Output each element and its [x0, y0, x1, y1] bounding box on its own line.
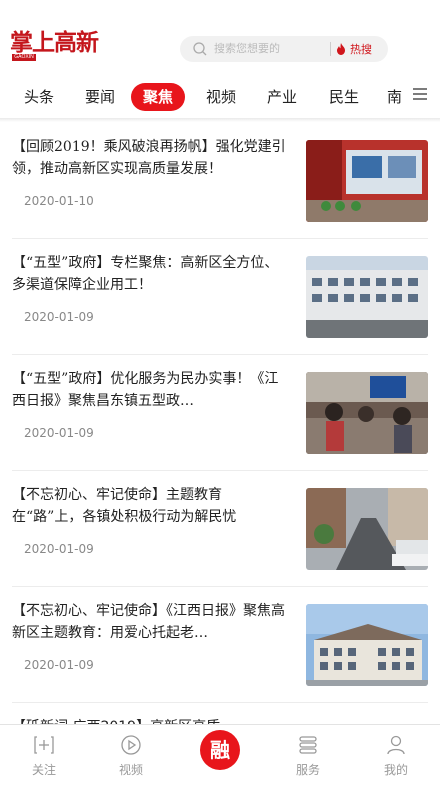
hot-search-button[interactable]: 热搜	[336, 36, 372, 62]
logo-text: 掌上高新	[10, 29, 99, 56]
news-thumbnail	[306, 604, 428, 686]
nav-follow-label: 关注	[31, 763, 56, 777]
news-item[interactable]: 【“五型”政府】专栏聚焦：高新区全方位、多渠道保障企业用工！ 2020-01-0…	[12, 238, 428, 355]
nav-service-label: 服务	[295, 763, 320, 777]
tab-headlines[interactable]: 头条	[24, 80, 54, 118]
news-thumbnail	[306, 488, 428, 570]
tab-industry[interactable]: 产业	[267, 80, 297, 118]
tab-livelihood[interactable]: 民生	[329, 80, 359, 118]
menu-icon[interactable]	[412, 86, 428, 102]
play-icon	[121, 735, 141, 755]
news-date: 2020-01-09	[24, 658, 94, 672]
nav-video-label: 视频	[118, 763, 143, 777]
tab-video[interactable]: 视频	[206, 80, 236, 118]
nav-rong-logo[interactable]: 融	[200, 730, 240, 770]
news-title: 【不忘初心、牢记使命】主题教育在“路”上，各镇处积极行动为解民忧	[12, 487, 237, 525]
search-divider	[330, 42, 331, 56]
news-thumbnail	[306, 256, 428, 338]
service-icon	[299, 736, 317, 754]
news-title: 【回顾2019！乘风破浪再扬帆】强化党建引领，推动高新区实现高质量发展！	[12, 139, 286, 177]
search-placeholder: 搜索您想要的	[214, 42, 280, 55]
news-item[interactable]: 【不忘初心、牢记使命】主题教育在“路”上，各镇处积极行动为解民忧 2020-01…	[12, 470, 428, 587]
bottom-nav: 关注 视频 融 服务 我的	[0, 724, 440, 785]
app-header: 掌上高新 GAOXIN 搜索您想要的 热搜	[0, 0, 440, 80]
hot-search-label: 热搜	[350, 43, 372, 56]
follow-icon	[34, 736, 54, 754]
nav-profile-label: 我的	[383, 763, 408, 777]
nav-profile[interactable]: 我的	[366, 725, 426, 785]
news-title: 【“五型”政府】专栏聚焦：高新区全方位、多渠道保障企业用工！	[12, 255, 279, 293]
news-item-partial[interactable]: 【砥新词·广西2019】高新区高质…	[12, 716, 428, 724]
app-logo: 掌上高新 GAOXIN	[10, 29, 99, 66]
news-date: 2020-01-09	[24, 426, 94, 440]
news-date: 2020-01-09	[24, 310, 94, 324]
tab-important-news[interactable]: 要闻	[85, 80, 115, 118]
news-title: 【“五型”政府】优化服务为民办实事！《江西日报》聚焦昌东镇五型政…	[12, 371, 279, 409]
flame-icon	[337, 43, 345, 55]
nav-follow[interactable]: 关注	[14, 725, 74, 785]
logo-subtext: GAOXIN	[12, 54, 36, 61]
news-thumbnail	[306, 140, 428, 222]
news-item[interactable]: 【不忘初心、牢记使命】《江西日报》聚焦高新区主题教育：用爱心托起老… 2020-…	[12, 586, 428, 703]
news-title: 【砥新词·广西2019】高新区高质…	[12, 716, 234, 724]
tab-focus[interactable]: 聚焦	[131, 83, 186, 111]
search-icon	[193, 42, 207, 56]
nav-video[interactable]: 视频	[101, 725, 161, 785]
news-thumbnail	[306, 372, 428, 454]
news-date: 2020-01-10	[24, 194, 94, 208]
news-date: 2020-01-09	[24, 542, 94, 556]
category-tabs: 头条 要闻 聚焦 视频 产业 民生 南	[0, 80, 440, 118]
nav-service[interactable]: 服务	[278, 725, 338, 785]
search-bar[interactable]: 搜索您想要的 热搜	[180, 36, 388, 62]
news-title: 【不忘初心、牢记使命】《江西日报》聚焦高新区主题教育：用爱心托起老…	[12, 603, 285, 641]
news-item[interactable]: 【回顾2019！乘风破浪再扬帆】强化党建引领，推动高新区实现高质量发展！ 202…	[12, 122, 428, 239]
news-item[interactable]: 【“五型”政府】优化服务为民办实事！《江西日报》聚焦昌东镇五型政… 2020-0…	[12, 354, 428, 471]
profile-icon	[387, 735, 405, 755]
tab-south[interactable]: 南	[387, 80, 407, 118]
